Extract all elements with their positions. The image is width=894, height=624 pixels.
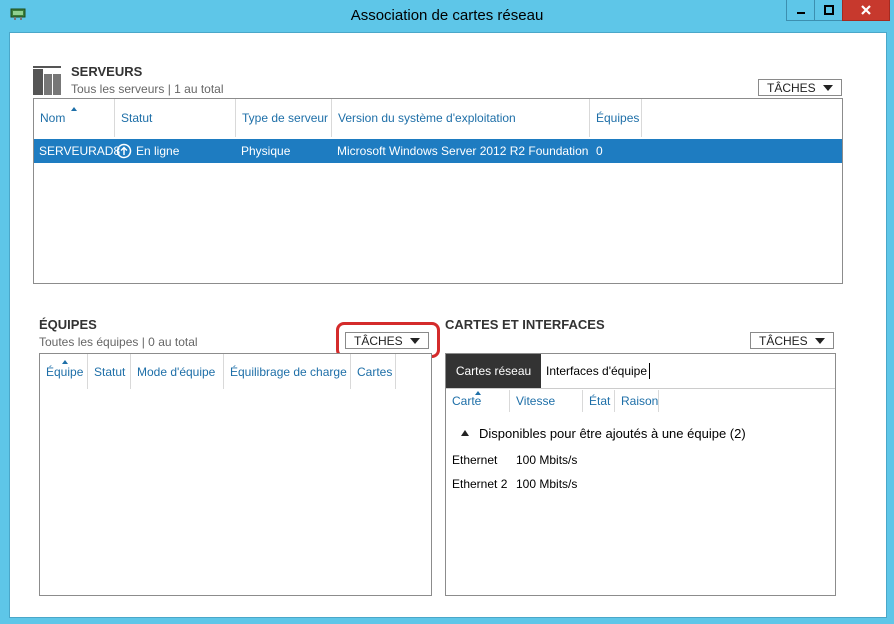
title-bar[interactable]: Association de cartes réseau [0,0,894,32]
adapters-panel: Cartes réseau Interfaces d'équipe Carte … [445,353,836,596]
servers-table-header: Nom Statut Type de serveur Version du sy… [34,99,842,137]
servers-table: Nom Statut Type de serveur Version du sy… [33,98,843,284]
dropdown-arrow-icon [823,84,833,91]
column-header-team-status[interactable]: Statut [88,354,131,389]
divider [446,388,835,389]
server-name: SERVEURAD8 [39,144,121,158]
column-header-speed[interactable]: Vitesse [510,390,583,412]
maximize-button[interactable] [814,0,843,21]
server-teams-count: 0 [596,144,603,158]
server-type: Physique [241,144,291,158]
column-header-os-version[interactable]: Version du système d'exploitation [332,99,590,137]
adapter-name: Ethernet 2 [452,477,508,491]
close-icon [861,5,871,15]
collapse-icon [461,430,469,436]
column-header-reason[interactable]: Raison [615,390,659,412]
sort-ascending-icon [71,107,77,111]
adapter-name: Ethernet [452,453,498,467]
column-header-load-balancing[interactable]: Équilibrage de charge [224,354,351,389]
teams-tasks-button[interactable]: TÂCHES [345,332,429,349]
online-status-icon [116,143,132,159]
maximize-icon [823,5,834,15]
teams-tasks-label: TÂCHES [354,333,403,348]
adapter-group-label: Disponibles pour être ajoutés à une équi… [479,425,746,441]
adapters-tasks-label: TÂCHES [759,333,808,348]
sort-ascending-icon [475,391,481,395]
dropdown-arrow-icon [815,337,825,344]
servers-title: SERVEURS [71,64,143,79]
table-row[interactable]: SERVEURAD8 En ligne Physique Microsoft W… [34,139,842,163]
tab-team-interfaces[interactable]: Interfaces d'équipe [546,354,656,388]
servers-tasks-button[interactable]: TÂCHES [758,79,842,96]
adapter-speed: 100 Mbits/s [516,477,578,491]
table-row[interactable]: Ethernet 2 100 Mbits/s [446,474,835,496]
adapter-group-header[interactable]: Disponibles pour être ajoutés à une équi… [461,424,746,442]
dropdown-arrow-icon [410,337,420,344]
minimize-icon [796,12,805,14]
column-header-adapters[interactable]: Cartes [351,354,396,389]
teams-title: ÉQUIPES [39,317,97,332]
server-status: En ligne [136,144,180,158]
teams-table-header: Équipe Statut Mode d'équipe Équilibrage … [40,354,431,389]
window-title: Association de cartes réseau [350,7,544,24]
text-cursor [649,363,651,379]
server-os: Microsoft Windows Server 2012 R2 Foundat… [337,144,589,158]
servers-tasks-label: TÂCHES [767,80,816,95]
main-content: SERVEURS Tous les serveurs | 1 au total … [9,32,887,618]
adapter-speed: 100 Mbits/s [516,453,578,467]
column-header-status[interactable]: Statut [115,99,236,137]
servers-subtitle: Tous les serveurs | 1 au total [71,82,224,96]
sort-ascending-icon [62,360,68,364]
column-header-name[interactable]: Nom [34,99,115,137]
teams-table: Équipe Statut Mode d'équipe Équilibrage … [39,353,432,596]
app-window: Association de cartes réseau SERVEURS To… [0,0,894,624]
adapters-title: CARTES ET INTERFACES [445,317,605,332]
table-row[interactable]: Ethernet 100 Mbits/s [446,450,835,472]
teams-subtitle: Toutes les équipes | 0 au total [39,335,198,349]
adapters-tasks-button[interactable]: TÂCHES [750,332,834,349]
adapters-table-header: Carte Vitesse État Raison [446,390,835,412]
server-icon [33,66,61,95]
column-header-state[interactable]: État [583,390,615,412]
column-header-teams[interactable]: Équipes [590,99,642,137]
minimize-button[interactable] [786,0,815,21]
column-header-server-type[interactable]: Type de serveur [236,99,332,137]
tab-network-adapters[interactable]: Cartes réseau [446,354,541,388]
column-header-team-mode[interactable]: Mode d'équipe [131,354,224,389]
close-button[interactable] [842,0,890,21]
